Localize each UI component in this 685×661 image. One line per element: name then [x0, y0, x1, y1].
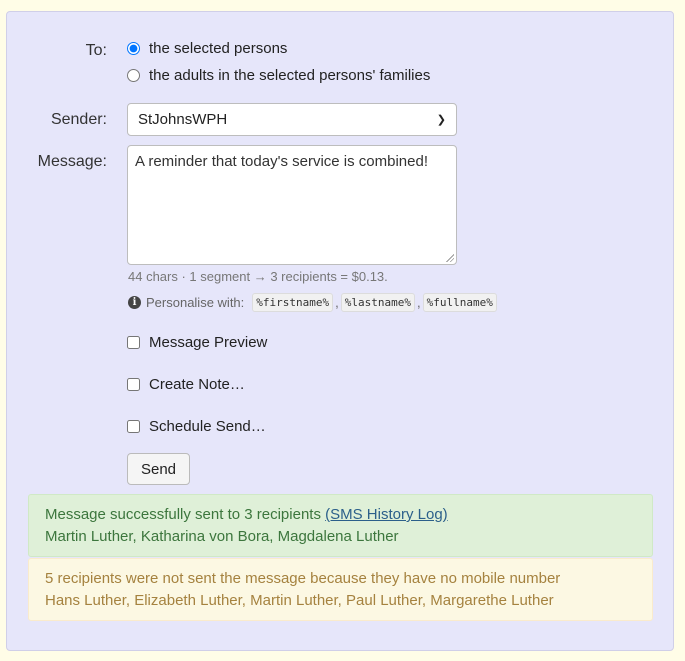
option-message-preview[interactable]: Message Preview [127, 334, 267, 351]
option-label: Schedule Send… [149, 418, 266, 435]
message-counter: 44 chars · 1 segment → 3 recipients = $0… [128, 269, 388, 284]
message-label: Message: [37, 153, 107, 170]
personalise-hint: i Personalise with: %firstname%, %lastna… [128, 293, 499, 312]
option-label: Create Note… [149, 376, 245, 393]
message-text: A reminder that today's service is combi… [135, 153, 428, 170]
personalise-label: Personalise with: [146, 295, 245, 310]
to-radio-selected-persons[interactable] [127, 42, 140, 55]
success-message: Message successfully sent to 3 recipient… [45, 504, 636, 526]
placeholder-firstname: %firstname% [252, 293, 334, 312]
to-label: To: [85, 42, 107, 59]
to-option-label: the adults in the selected persons' fami… [149, 67, 431, 84]
option-label: Message Preview [149, 334, 268, 351]
warning-alert: 5 recipients were not sent the message b… [28, 558, 653, 621]
create-note-checkbox[interactable] [127, 378, 140, 391]
info-icon: i [128, 296, 141, 309]
placeholder-fullname: %fullname% [422, 293, 497, 312]
to-option-label: the selected persons [149, 40, 288, 57]
to-option-selected-persons[interactable]: the selected persons [127, 40, 287, 57]
warning-recipients: Hans Luther, Elizabeth Luther, Martin Lu… [45, 592, 554, 609]
sms-form-panel: To: the selected persons the adults in t… [6, 11, 674, 651]
sender-label: Sender: [50, 111, 107, 128]
schedule-send-checkbox[interactable] [127, 420, 140, 433]
sender-value: StJohnsWPH [138, 111, 228, 128]
sender-select[interactable]: StJohnsWPH ❯ [127, 103, 457, 136]
message-preview-checkbox[interactable] [127, 336, 140, 349]
resize-grip-icon[interactable] [446, 254, 454, 262]
to-option-adults-families[interactable]: the adults in the selected persons' fami… [127, 67, 430, 84]
option-schedule-send[interactable]: Schedule Send… [127, 418, 266, 435]
success-text: Message successfully sent to 3 recipient… [45, 506, 326, 523]
option-create-note[interactable]: Create Note… [127, 376, 245, 393]
success-recipients: Martin Luther, Katharina von Bora, Magda… [45, 528, 399, 545]
chevron-down-icon: ❯ [436, 114, 446, 126]
send-button[interactable]: Send [127, 453, 190, 485]
placeholder-lastname: %lastname% [340, 293, 415, 312]
to-radio-adults-families[interactable] [127, 69, 140, 82]
success-alert: Message successfully sent to 3 recipient… [28, 494, 653, 557]
message-textarea[interactable]: A reminder that today's service is combi… [127, 145, 457, 265]
sms-history-log-link[interactable]: (SMS History Log) [325, 506, 448, 523]
warning-message: 5 recipients were not sent the message b… [45, 570, 561, 587]
